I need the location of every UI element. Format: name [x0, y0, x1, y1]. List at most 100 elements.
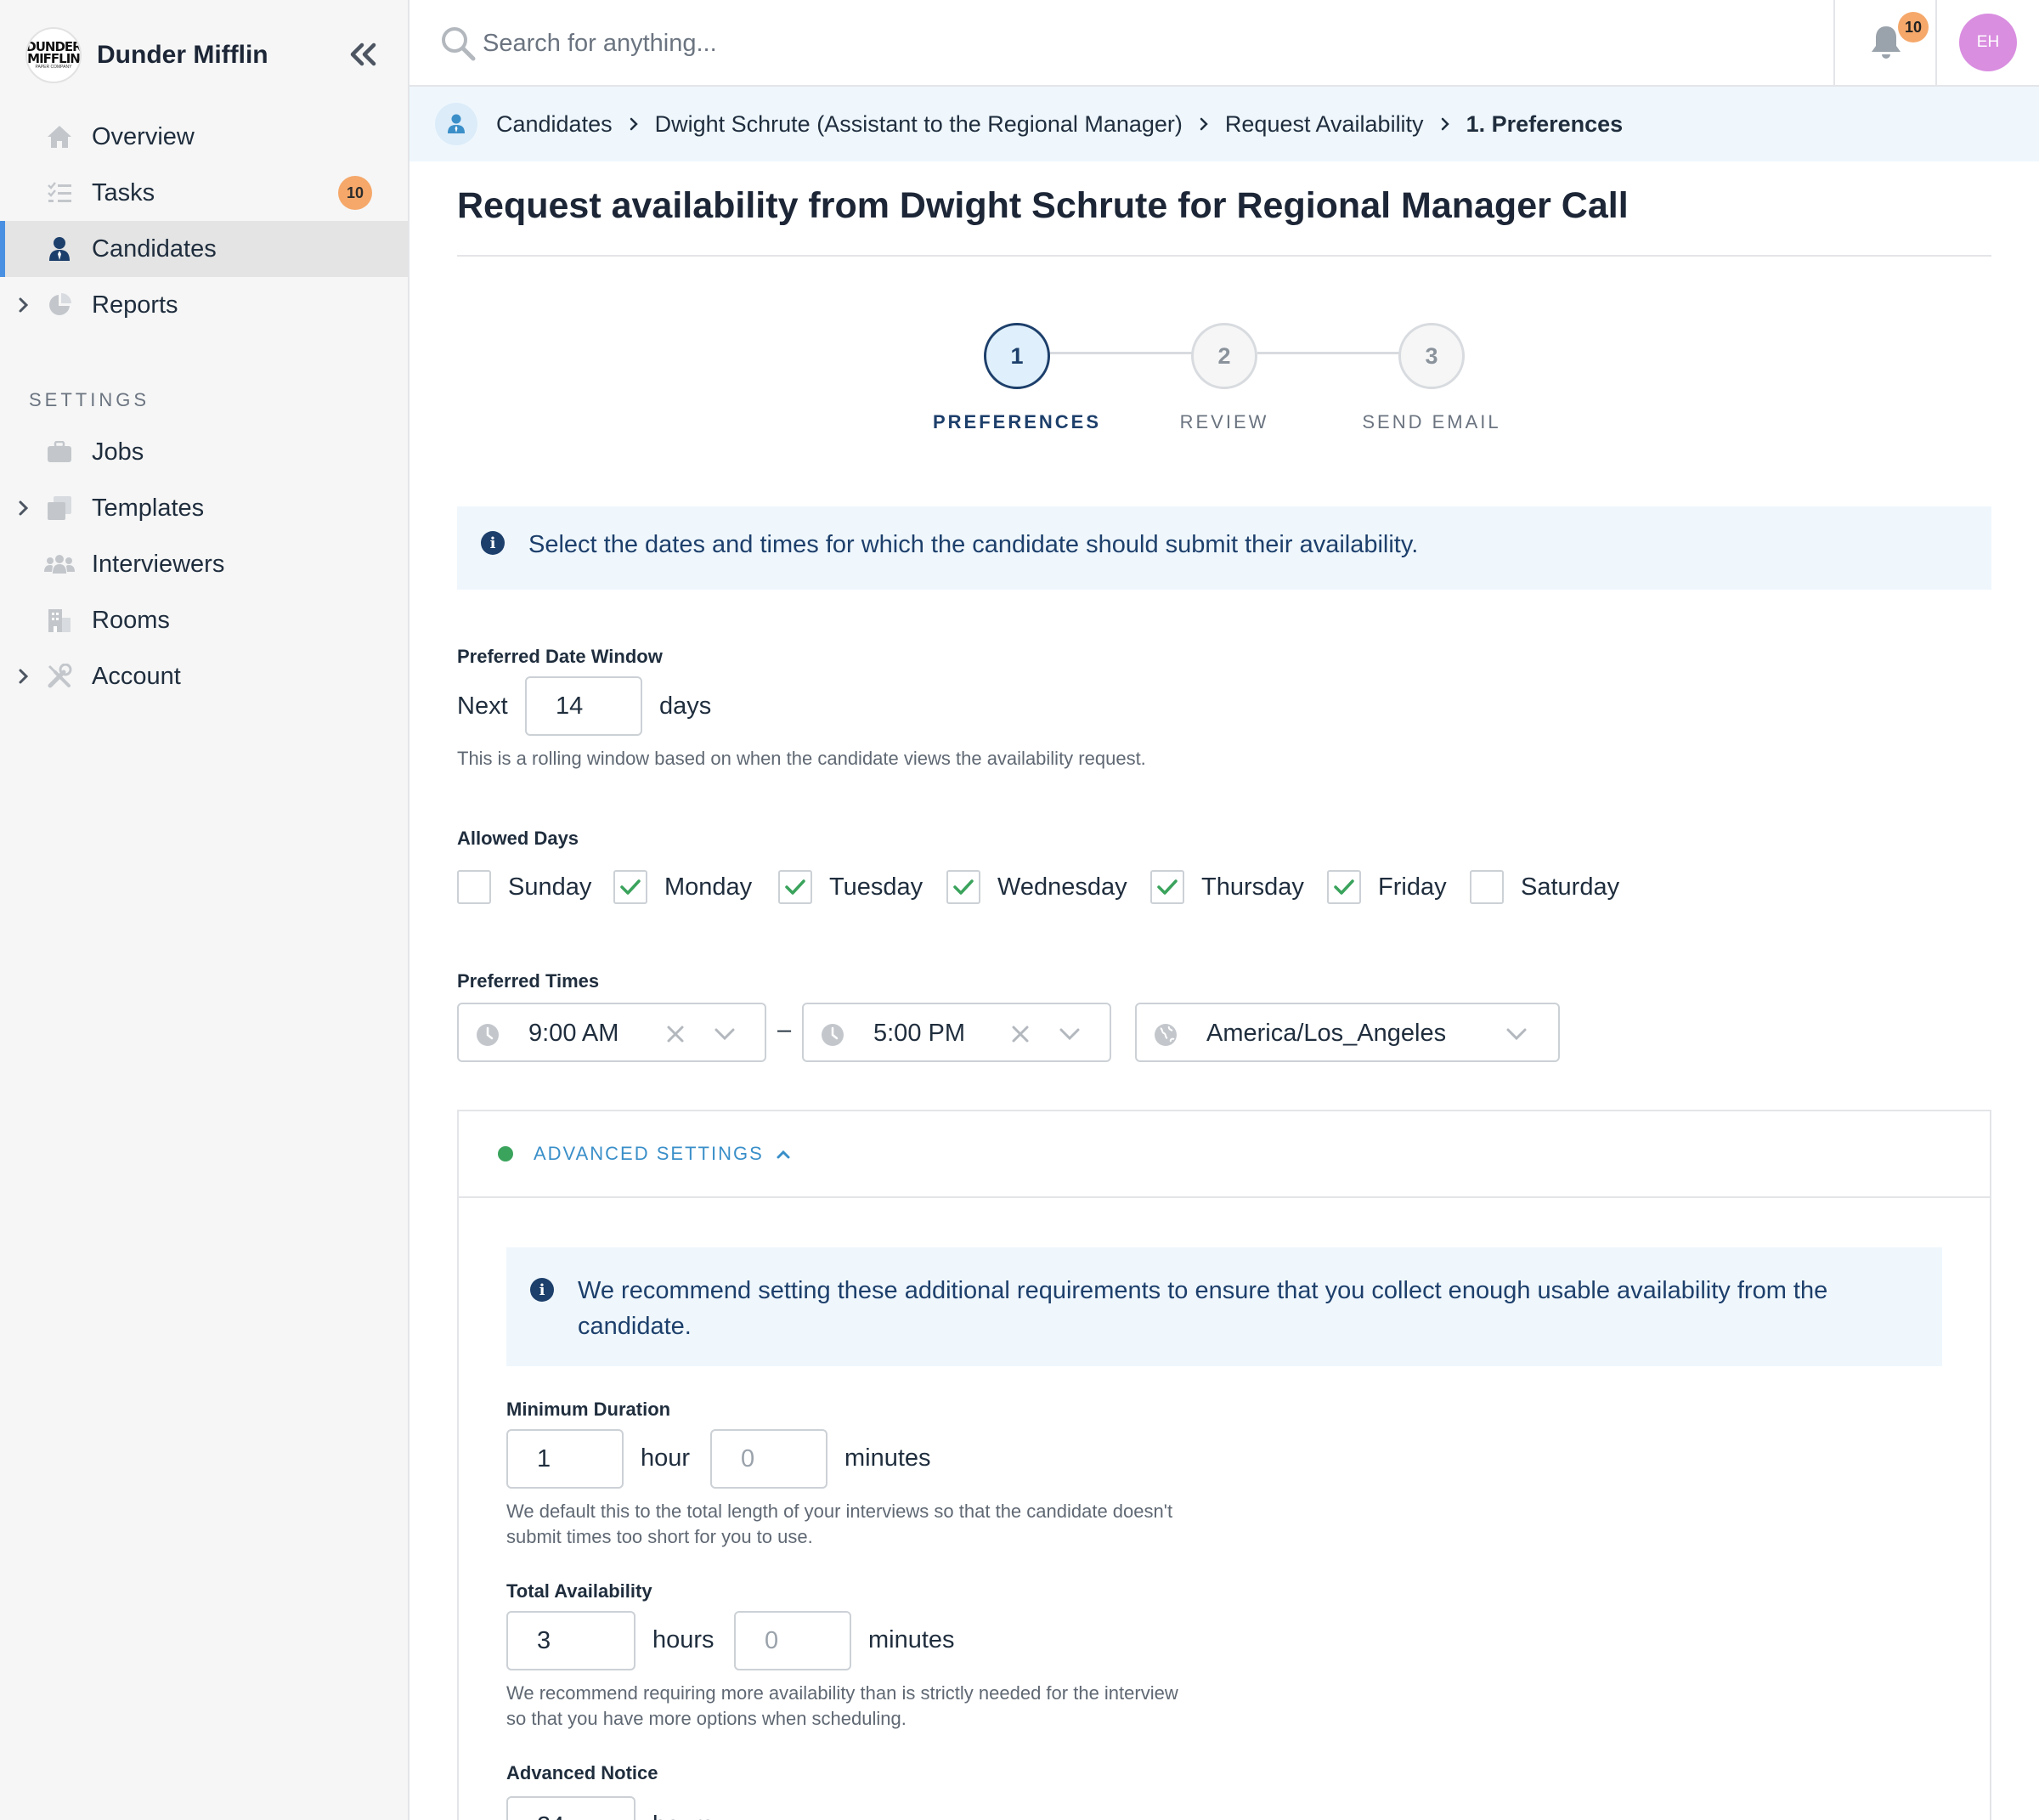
notifications-button[interactable]: 10	[1833, 0, 1937, 85]
day-checkbox-thursday[interactable]: Thursday	[1150, 870, 1304, 904]
checkbox[interactable]	[946, 870, 980, 904]
day-checkbox-saturday[interactable]: Saturday	[1470, 870, 1619, 904]
preferred-times-label: Preferred Times	[457, 970, 600, 992]
step-1-label: PREFERENCES	[932, 411, 1102, 432]
candidate-icon	[435, 103, 477, 145]
step-3-circle[interactable]: 3	[1398, 323, 1465, 389]
day-checkbox-monday[interactable]: Monday	[613, 870, 752, 904]
sidebar-item-overview[interactable]: Overview	[0, 109, 408, 165]
checkbox[interactable]	[778, 870, 812, 904]
chevron-right-icon[interactable]	[15, 668, 32, 685]
total-availability-hours-input[interactable]	[506, 1611, 635, 1670]
min-duration-help: We default this to the total length of y…	[506, 1501, 1173, 1547]
checkmark-icon	[1157, 879, 1178, 895]
clear-icon[interactable]	[664, 1023, 686, 1045]
sidebar-item-tasks[interactable]: Tasks 10	[0, 165, 408, 221]
advanced-notice-label: Advanced Notice	[506, 1762, 658, 1783]
templates-icon	[44, 493, 75, 523]
home-icon	[44, 122, 75, 152]
breadcrumb-candidates-link[interactable]: Candidates	[496, 111, 613, 138]
end-time-select[interactable]: 5:00 PM	[802, 1003, 1111, 1062]
info-icon: i	[530, 1278, 554, 1302]
brand[interactable]: DUNDER MIFFLIN PAPER COMPANY Dunder Miff…	[25, 25, 268, 85]
advanced-notice-hours-input[interactable]	[506, 1796, 635, 1820]
avatar[interactable]: EH	[1959, 14, 2017, 71]
search-input[interactable]	[483, 20, 1332, 66]
sidebar-item-candidates[interactable]: Candidates	[0, 221, 408, 277]
globe-icon	[1155, 1024, 1177, 1046]
date-window-help: This is a rolling window based on when t…	[457, 748, 1146, 769]
chevron-right-icon	[628, 116, 640, 132]
step-connector	[1257, 352, 1400, 354]
breadcrumb-current: 1. Preferences	[1466, 110, 1624, 137]
step-1-circle[interactable]: 1	[984, 323, 1050, 389]
chevron-right-icon	[1439, 116, 1451, 132]
chevron-down-icon[interactable]	[1059, 1025, 1081, 1043]
sidebar-item-reports[interactable]: Reports	[0, 277, 408, 333]
clock-icon	[822, 1024, 844, 1046]
collapse-sidebar-button[interactable]	[343, 37, 382, 71]
tasks-count-badge: 10	[338, 176, 372, 210]
min-duration-minutes-input[interactable]	[710, 1429, 827, 1489]
search-icon	[442, 27, 476, 61]
sidebar-item-label: Reports	[92, 291, 178, 319]
advanced-settings-panel: ADVANCED SETTINGS i We recommend setting…	[457, 1110, 1991, 1820]
chevron-right-icon[interactable]	[15, 500, 32, 517]
sidebar: DUNDER MIFFLIN PAPER COMPANY Dunder Miff…	[0, 0, 409, 1820]
tasks-icon	[44, 178, 75, 208]
checkbox[interactable]	[613, 870, 647, 904]
total-availability-minutes-input[interactable]	[734, 1611, 851, 1670]
top-bar: 10 EH	[409, 0, 2039, 87]
breadcrumb-candidate-link[interactable]: Dwight Schrute (Assistant to the Regiona…	[655, 111, 1183, 138]
tools-icon	[44, 661, 75, 692]
advanced-notice-hours-unit: hours	[652, 1812, 714, 1820]
chevron-down-icon[interactable]	[1505, 1025, 1528, 1043]
checkmark-icon	[620, 879, 641, 895]
sidebar-item-label: Templates	[92, 494, 205, 522]
brand-name: Dunder Mifflin	[97, 41, 268, 69]
time-range-separator: –	[777, 1016, 792, 1043]
chevron-up-icon	[777, 1150, 790, 1159]
day-checkbox-wednesday[interactable]: Wednesday	[946, 870, 1127, 904]
step-2-circle[interactable]: 2	[1191, 323, 1257, 389]
sidebar-item-templates[interactable]: Templates	[0, 480, 408, 536]
day-label: Monday	[664, 873, 753, 901]
sidebar-item-interviewers[interactable]: Interviewers	[0, 536, 408, 592]
min-duration-label: Minimum Duration	[506, 1399, 671, 1420]
sidebar-item-label: Account	[92, 662, 181, 690]
min-duration-minutes-unit: minutes	[844, 1444, 931, 1472]
timezone-select[interactable]: America/Los_Angeles	[1135, 1003, 1560, 1062]
checkmark-icon	[953, 879, 974, 895]
checkbox[interactable]	[457, 870, 491, 904]
start-time-select[interactable]: 9:00 AM	[457, 1003, 766, 1062]
checkbox[interactable]	[1470, 870, 1504, 904]
info-banner-text: Select the dates and times for which the…	[528, 531, 1419, 558]
date-window-label: Preferred Date Window	[457, 646, 663, 667]
day-checkbox-friday[interactable]: Friday	[1327, 870, 1447, 904]
sidebar-item-jobs[interactable]: Jobs	[0, 424, 408, 480]
clock-icon	[477, 1024, 499, 1046]
checkbox[interactable]	[1150, 870, 1184, 904]
breadcrumb-request-availability-link[interactable]: Request Availability	[1225, 111, 1424, 138]
total-availability-hours-unit: hours	[652, 1626, 714, 1653]
advanced-settings-title: ADVANCED SETTINGS	[534, 1143, 764, 1164]
chevron-right-icon[interactable]	[15, 297, 32, 314]
min-duration-hours-input[interactable]	[506, 1429, 624, 1489]
sidebar-item-rooms[interactable]: Rooms	[0, 592, 408, 648]
step-connector	[1050, 352, 1193, 354]
day-label: Wednesday	[997, 873, 1127, 901]
day-label: Saturday	[1521, 873, 1620, 901]
day-checkbox-sunday[interactable]: Sunday	[457, 870, 591, 904]
date-window-days-input[interactable]	[525, 676, 642, 736]
min-duration-hours-unit: hour	[641, 1444, 691, 1472]
checkbox[interactable]	[1327, 870, 1361, 904]
sidebar-item-label: Jobs	[92, 438, 144, 466]
page-title: Request availability from Dwight Schrute…	[457, 185, 1629, 226]
day-checkbox-tuesday[interactable]: Tuesday	[778, 870, 923, 904]
clear-icon[interactable]	[1009, 1023, 1031, 1045]
pie-chart-icon	[44, 290, 75, 320]
settings-heading: SETTINGS	[29, 389, 150, 410]
advanced-settings-toggle[interactable]: ADVANCED SETTINGS	[459, 1111, 1990, 1198]
chevron-down-icon[interactable]	[714, 1025, 736, 1043]
sidebar-item-account[interactable]: Account	[0, 648, 408, 704]
